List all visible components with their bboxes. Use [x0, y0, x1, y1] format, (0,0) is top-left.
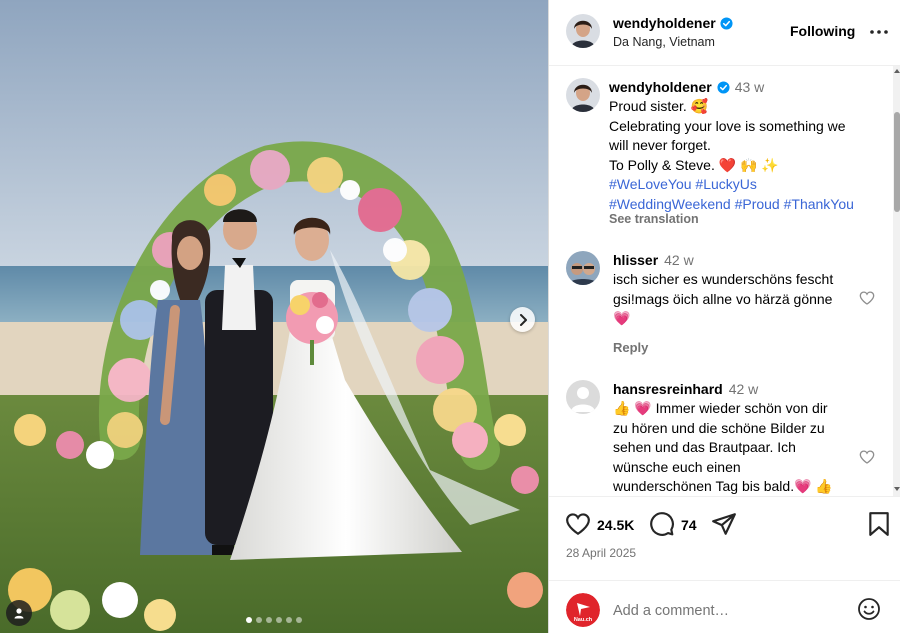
user-icon	[14, 608, 24, 619]
emoji-button[interactable]	[857, 597, 881, 626]
caption-line: Celebrating your love is something we	[609, 117, 846, 134]
comment-line: sehen und das Brautpaar. Ich	[613, 439, 796, 455]
comment-username-text[interactable]: hansresreinhard	[613, 381, 723, 397]
comment-username: hansresreinhard 42 w	[613, 381, 758, 397]
photo-pagination-dots	[0, 617, 548, 623]
more-options-button[interactable]	[869, 22, 889, 47]
post-actions-bar: 24.5K 74 28 April 2025	[549, 496, 900, 576]
comment-time[interactable]: 42 w	[729, 381, 759, 397]
scroll-down-arrow-icon[interactable]	[894, 486, 900, 492]
scroll-up-arrow-icon[interactable]	[894, 68, 900, 74]
author-username-text[interactable]: wendyholdener	[613, 15, 716, 31]
comment-line: 👍 💗 Immer wieder schön von dir	[613, 400, 828, 416]
comments-list: wendyholdener 43 w Proud sister. 🥰 Celeb…	[549, 66, 893, 496]
default-avatar-icon	[566, 380, 600, 414]
nau-logo-text: Nau.ch	[574, 617, 593, 623]
comment-text: isch sicher es wunderschöns fescht gsi!m…	[613, 270, 853, 329]
verified-badge-icon	[720, 16, 733, 30]
like-button[interactable]	[565, 511, 591, 542]
reply-button[interactable]: Reply	[613, 340, 648, 355]
chevron-right-icon	[519, 313, 527, 326]
post-side-panel: wendyholdener Da Nang, Vietnam Following	[548, 0, 900, 633]
comment-icon	[650, 512, 674, 536]
comment-line: 💗	[613, 310, 631, 326]
comment-line: zu hören und die schöne Bilder zu	[613, 419, 825, 436]
comment-line: isch sicher es wunderschöns fescht	[613, 271, 834, 287]
heart-outline-icon	[859, 450, 875, 464]
add-comment-bar: Nau.ch	[549, 580, 900, 633]
share-button[interactable]	[711, 511, 737, 542]
heart-outline-icon	[859, 291, 875, 305]
heart-outline-icon	[566, 513, 590, 536]
commenter-avatar[interactable]	[566, 251, 600, 285]
like-comment-button[interactable]	[859, 290, 875, 311]
post-location[interactable]: Da Nang, Vietnam	[613, 35, 715, 49]
next-photo-button[interactable]	[510, 307, 535, 332]
caption-line: Proud sister. 🥰	[609, 98, 709, 114]
pagination-dot	[296, 617, 302, 623]
caption-line: To Polly & Steve. ❤️ 🙌 ✨	[609, 156, 779, 173]
caption-author-avatar[interactable]	[566, 78, 600, 112]
post-date[interactable]: 28 April 2025	[566, 546, 636, 560]
current-user-avatar: Nau.ch	[566, 593, 600, 627]
following-button[interactable]: Following	[790, 23, 855, 39]
caption-time[interactable]: 43 w	[735, 79, 765, 95]
comments-scrollbar[interactable]	[893, 66, 900, 496]
save-button[interactable]	[867, 511, 891, 542]
comment-line: wunderschönen Tag bis bald.💗 👍	[613, 478, 833, 494]
author-photo	[566, 14, 600, 48]
caption-text: Proud sister. 🥰 Celebrating your love is…	[609, 97, 889, 214]
emoji-smile-icon	[858, 598, 880, 620]
pagination-dot	[256, 617, 262, 623]
caption-username: wendyholdener 43 w	[609, 79, 764, 95]
nau-logo: Nau.ch	[566, 593, 600, 627]
bookmark-icon	[869, 512, 889, 536]
wedding-photo	[0, 0, 548, 633]
comment-button[interactable]	[649, 511, 675, 542]
like-comment-button[interactable]	[859, 449, 875, 470]
comment-line: wünsche euch einen	[613, 458, 741, 475]
commenter-avatar[interactable]	[566, 380, 600, 414]
comment-item: hansresreinhard 42 w 👍 💗 Immer wieder sc…	[549, 371, 893, 496]
commenter-photo	[566, 251, 600, 285]
comment-count[interactable]: 74	[681, 517, 697, 533]
pagination-dot	[286, 617, 292, 623]
pagination-dot	[266, 617, 272, 623]
post-caption: wendyholdener 43 w Proud sister. 🥰 Celeb…	[549, 66, 893, 236]
comment-line: gsi!mags öich allne vo härzä gönne	[613, 290, 833, 307]
comment-username-text[interactable]: hlisser	[613, 252, 658, 268]
caption-username-text[interactable]: wendyholdener	[609, 79, 712, 95]
pagination-dot	[276, 617, 282, 623]
author-avatar[interactable]	[566, 14, 600, 48]
author-photo	[566, 78, 600, 112]
pagination-dot	[246, 617, 252, 623]
post-header: wendyholdener Da Nang, Vietnam Following	[549, 0, 900, 66]
post-photo[interactable]	[0, 0, 548, 633]
comment-item: hlisser 42 w isch sicher es wunderschöns…	[549, 241, 893, 361]
verified-badge-icon	[717, 80, 730, 94]
comment-time[interactable]: 42 w	[664, 252, 694, 268]
comment-input[interactable]	[613, 601, 853, 621]
scrollbar-thumb[interactable]	[894, 112, 900, 212]
send-icon	[712, 513, 736, 535]
like-count[interactable]: 24.5K	[597, 517, 634, 533]
more-horizontal-icon	[870, 30, 888, 34]
instagram-post-view: wendyholdener Da Nang, Vietnam Following	[0, 0, 900, 633]
see-translation-link[interactable]: See translation	[609, 212, 699, 226]
author-username[interactable]: wendyholdener	[613, 15, 733, 31]
caption-line: will never forget.	[609, 137, 711, 153]
comment-text: 👍 💗 Immer wieder schön von dir zu hören …	[613, 399, 853, 496]
comment-username: hlisser 42 w	[613, 252, 694, 268]
tagged-people-button[interactable]	[6, 600, 32, 626]
hashtag-line[interactable]: #WeLoveYou #LuckyUs	[609, 175, 889, 195]
